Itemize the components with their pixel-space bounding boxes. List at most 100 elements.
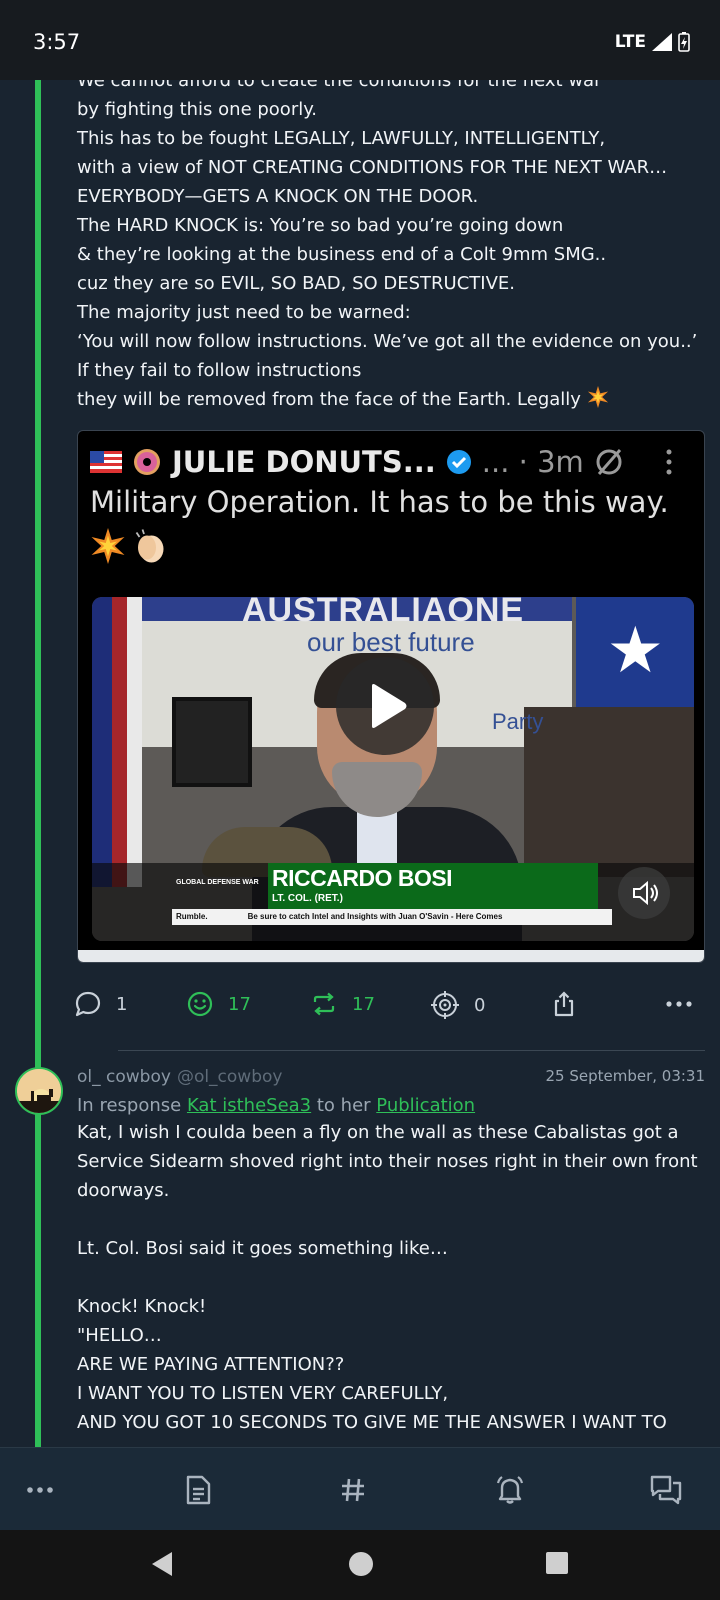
share-icon — [554, 991, 574, 1017]
reply-line: Lt. Col. Bosi said it goes something lik… — [77, 1238, 448, 1259]
reply-line: doorways. — [77, 1180, 170, 1201]
hashtag-icon — [342, 1478, 364, 1502]
post-line: cuz they are so EVIL, SO BAD, SO DESTRUC… — [77, 273, 516, 294]
volume-icon — [633, 880, 658, 906]
reply-context-prefix: In response — [77, 1095, 182, 1116]
comment-count: 1 — [116, 993, 128, 1015]
bottom-navigation — [0, 1447, 720, 1530]
feed-content[interactable]: We cannot afford to create the condition… — [0, 80, 720, 1447]
target-icon — [431, 991, 459, 1019]
bell-icon — [496, 1476, 524, 1504]
nav-menu[interactable] — [20, 1470, 60, 1510]
reply-line: "HELLO… — [77, 1325, 162, 1346]
home-button[interactable] — [347, 1550, 375, 1582]
nav-notifications[interactable] — [490, 1470, 530, 1510]
back-button[interactable] — [150, 1550, 176, 1582]
more-horizontal-icon — [27, 1487, 53, 1493]
more-horizontal-icon — [666, 1001, 692, 1007]
comment-icon — [75, 991, 101, 1017]
clapping-hands-emoji-icon — [135, 529, 164, 563]
embedded-video-card[interactable]: JULIE DONUTS... ... · 3m Military Operat… — [77, 430, 705, 963]
post-line: This has to be fought LEGALLY, LAWFULLY,… — [77, 128, 606, 149]
battery-icon — [678, 32, 690, 52]
post-body: We cannot afford to create the condition… — [77, 80, 707, 414]
zap-count: 0 — [474, 994, 486, 1016]
collision-emoji-icon — [91, 528, 125, 564]
verified-badge-icon — [446, 450, 471, 474]
recents-button[interactable] — [545, 1550, 569, 1580]
reply-line — [77, 1263, 707, 1292]
divider — [118, 1050, 705, 1051]
lower-third-rank: LT. COL. (RET.) — [272, 893, 343, 904]
more-options-button[interactable] — [664, 990, 694, 1018]
repost-count: 17 — [352, 993, 375, 1015]
donut-icon — [134, 449, 160, 475]
share-button[interactable] — [550, 990, 578, 1018]
chat-bubbles-icon — [650, 1475, 682, 1505]
star-icon: ★ — [606, 614, 664, 688]
video-author-name: JULIE DONUTS... — [172, 445, 436, 479]
video-banner-title: AUSTRALIAONE — [242, 597, 525, 629]
mute-button[interactable] — [618, 867, 670, 919]
avatar[interactable] — [15, 1067, 63, 1115]
smiley-icon — [187, 991, 213, 1017]
post-line: The majority just need to be warned: — [77, 302, 411, 323]
reply-line: Service Sidearm shoved right into their … — [77, 1151, 698, 1172]
lower-third-org: GLOBAL DEFENSE WAR — [176, 879, 259, 886]
reply-date: 25 September, 03:31 — [545, 1067, 705, 1085]
reply-line: ARE WE PAYING ATTENTION?? — [77, 1354, 345, 1375]
nav-hashtags[interactable] — [333, 1470, 373, 1510]
video-caption: Military Operation. It has to be this wa… — [90, 485, 669, 519]
reply-context-middle: to her — [316, 1095, 371, 1116]
reply-line: Knock! Knock! — [77, 1296, 207, 1317]
home-icon — [349, 1552, 373, 1576]
picture-frame — [172, 697, 252, 787]
mention-link[interactable]: Kat istheSea3 — [187, 1095, 311, 1116]
reply-display-name[interactable]: ol_ cowboy — [77, 1067, 171, 1087]
grok-icon — [596, 449, 622, 475]
reply-line: Kat, I wish I coulda been a fly on the w… — [77, 1122, 679, 1143]
bookshelf — [524, 707, 694, 877]
post-line-last: they will be removed from the face of th… — [77, 385, 707, 414]
repost-button[interactable]: 17 — [310, 990, 375, 1018]
publication-link[interactable]: Publication — [376, 1095, 475, 1116]
status-bar: 3:57 LTE — [0, 0, 720, 80]
reply-line: AND YOU GOT 10 SECONDS TO GIVE ME THE AN… — [77, 1412, 667, 1433]
video-ticker: Rumble. Be sure to catch Intel and Insigh… — [172, 909, 612, 925]
video-header: JULIE DONUTS... ... · 3m Military Operat… — [90, 445, 692, 565]
recents-icon — [546, 1552, 568, 1574]
post-line-partial: We cannot afford to create the condition… — [77, 80, 602, 91]
reply-line: I WANT YOU TO LISTEN VERY CAREFULLY, — [77, 1383, 449, 1404]
nav-articles[interactable] — [178, 1470, 218, 1510]
reply-header: ol_ cowboy @ol_cowboy 25 September, 03:31 — [77, 1067, 705, 1093]
video-thumbnail[interactable]: AUSTRALIAONE our best future ★ Party GLO… — [92, 597, 694, 941]
caption-emoji-row — [90, 527, 692, 565]
status-time: 3:57 — [33, 30, 81, 54]
reaction-button[interactable]: 17 — [186, 990, 251, 1018]
play-icon — [372, 684, 407, 728]
reply-context: In response Kat istheSea3 to her Publica… — [77, 1095, 475, 1116]
post-line: by fighting this one poorly. — [77, 99, 318, 120]
nav-messages[interactable] — [646, 1470, 686, 1510]
reply-body: Kat, I wish I coulda been a fly on the w… — [77, 1118, 707, 1437]
avatar-image — [17, 1069, 61, 1113]
system-navigation-bar — [0, 1530, 720, 1600]
repost-icon — [313, 992, 335, 1016]
collision-emoji-icon — [587, 386, 608, 408]
reply-line — [77, 1205, 707, 1234]
network-type: LTE — [614, 32, 646, 52]
flag-right: ★ — [576, 597, 694, 717]
post-line: & they’re looking at the business end of… — [77, 244, 607, 265]
comment-button[interactable]: 1 — [74, 990, 127, 1018]
more-vertical-icon — [666, 449, 672, 475]
play-button[interactable] — [336, 657, 434, 755]
video-author-row: JULIE DONUTS... ... · 3m — [90, 445, 692, 479]
us-flag-icon — [90, 451, 122, 473]
post-line: The HARD KNOCK is: You’re so bad you’re … — [77, 215, 564, 236]
back-icon — [152, 1552, 172, 1576]
post-line: If they fail to follow instructions — [77, 360, 362, 381]
reply-handle[interactable]: @ol_cowboy — [177, 1067, 283, 1087]
post-line-last-text: they will be removed from the face of th… — [77, 389, 581, 410]
video-meta: ... · 3m — [481, 445, 584, 479]
zap-button[interactable]: 0 — [430, 990, 485, 1020]
